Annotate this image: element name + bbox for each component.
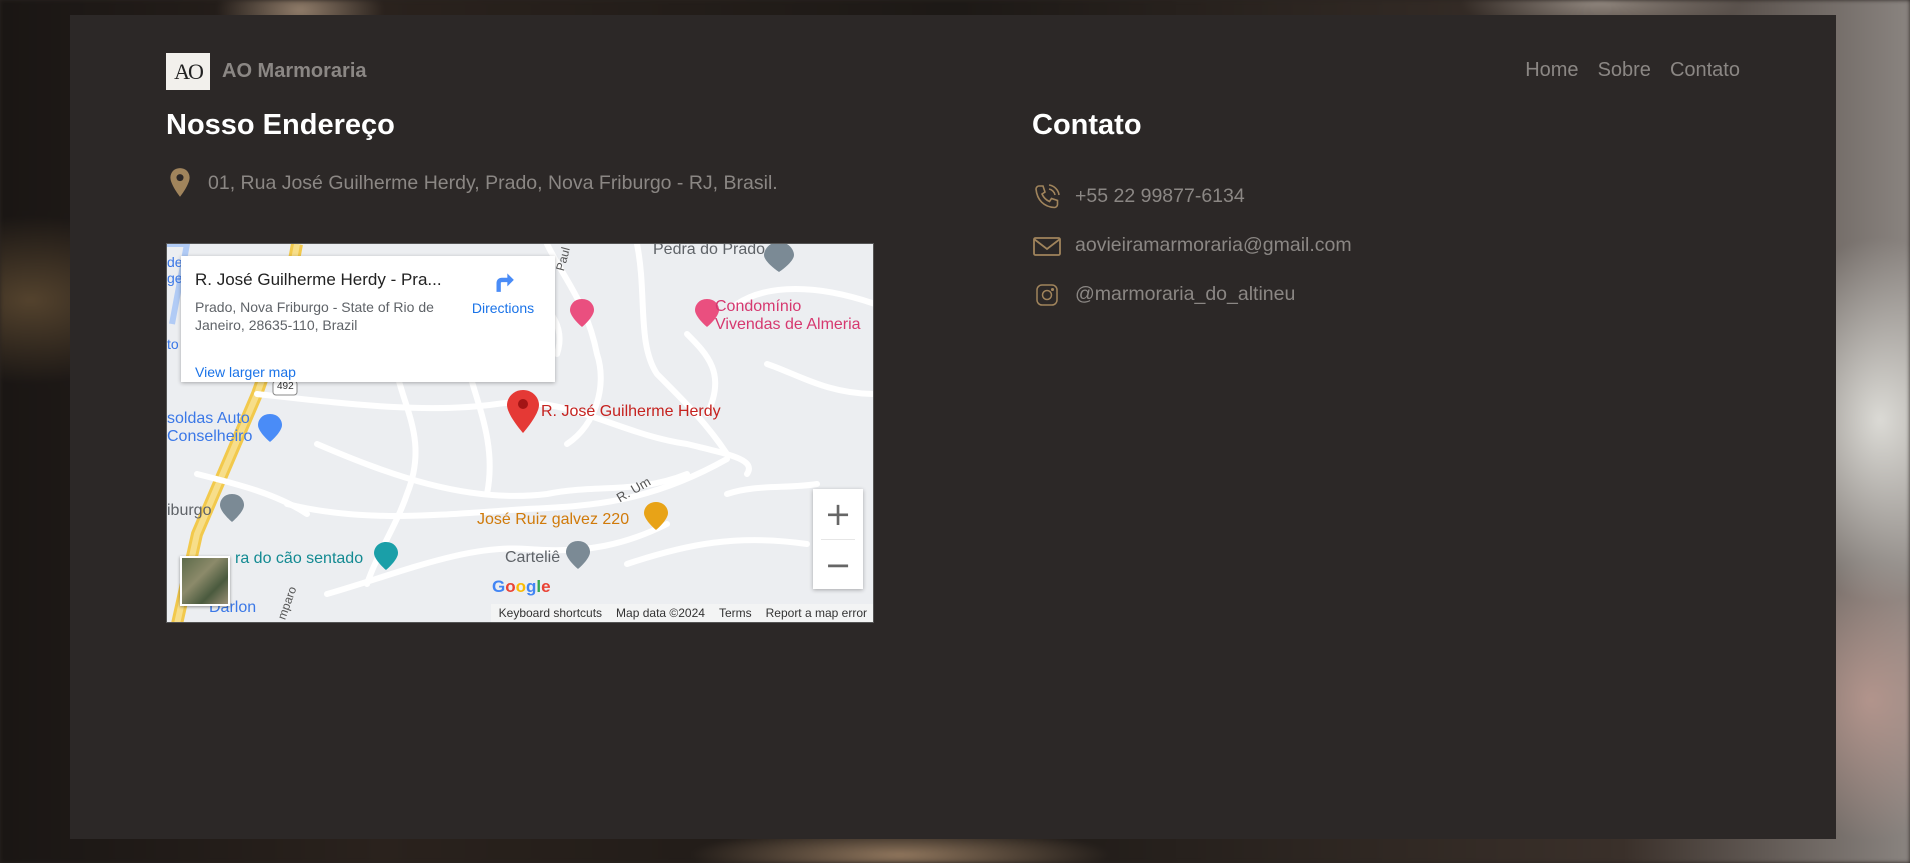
contact-instagram[interactable]: @marmoraria_do_altineu bbox=[1032, 270, 1352, 319]
map-label-route: 492 bbox=[277, 381, 294, 392]
contact-phone[interactable]: +55 22 99877-6134 bbox=[1032, 172, 1352, 221]
map-label-friburgo: iburgo bbox=[167, 502, 212, 519]
nav-contato[interactable]: Contato bbox=[1670, 59, 1740, 82]
zoom-controls: + − bbox=[813, 489, 863, 589]
contact-heading: Contato bbox=[1032, 109, 1142, 141]
mail-icon bbox=[1033, 236, 1061, 256]
map-label-condominio-2: Vivendas de Almeria bbox=[715, 316, 861, 333]
map-pin-icon bbox=[170, 168, 190, 197]
map-place-title: R. José Guilherme Herdy - Pra... bbox=[195, 270, 442, 289]
nav-home[interactable]: Home bbox=[1525, 59, 1578, 82]
map-label-cartelie: Carteliê bbox=[505, 549, 561, 566]
map-attribution: Keyboard shortcuts Map data ©2024 Terms … bbox=[490, 604, 873, 622]
instagram-text: @marmoraria_do_altineu bbox=[1075, 283, 1296, 305]
phone-text: +55 22 99877-6134 bbox=[1075, 185, 1245, 207]
satellite-toggle[interactable] bbox=[180, 556, 230, 606]
directions-button[interactable]: Directions bbox=[463, 268, 543, 316]
directions-icon bbox=[496, 273, 514, 292]
map-label-soldas-2: Conselheiro bbox=[167, 428, 253, 445]
map-marker-label: R. José Guilherme Herdy bbox=[541, 403, 721, 420]
brand[interactable]: AO AO Marmoraria bbox=[166, 53, 367, 90]
zoom-out-button[interactable]: − bbox=[813, 540, 863, 590]
nav-sobre[interactable]: Sobre bbox=[1598, 59, 1651, 82]
google-logo: Google bbox=[492, 577, 551, 596]
logo: AO bbox=[166, 53, 210, 90]
contact-email[interactable]: aovieiramarmoraria@gmail.com bbox=[1032, 221, 1352, 270]
address-text: 01, Rua José Guilherme Herdy, Prado, Nov… bbox=[208, 171, 778, 194]
address-line: 01, Rua José Guilherme Herdy, Prado, Nov… bbox=[166, 167, 778, 199]
map-label-to: to bbox=[167, 336, 179, 352]
map-data-text: Map data ©2024 bbox=[616, 606, 705, 620]
map-label-soldas-1: soldas Auto bbox=[167, 410, 250, 427]
top-nav: Home Sobre Contato bbox=[1525, 59, 1740, 82]
map-label-jose-ruiz: José Ruiz galvez 220 bbox=[477, 511, 630, 528]
map-label-condominio-1: Condomínio bbox=[715, 298, 802, 315]
terms-link[interactable]: Terms bbox=[719, 606, 752, 620]
email-text: aovieiramarmoraria@gmail.com bbox=[1075, 234, 1352, 256]
directions-label: Directions bbox=[471, 300, 535, 316]
zoom-in-button[interactable]: + bbox=[813, 489, 863, 539]
keyboard-shortcuts-link[interactable]: Keyboard shortcuts bbox=[499, 606, 602, 620]
brand-name: AO Marmoraria bbox=[222, 60, 367, 82]
address-heading: Nosso Endereço bbox=[166, 109, 395, 141]
footer-card: AO AO Marmoraria Home Sobre Contato Noss… bbox=[70, 15, 1836, 839]
view-larger-map-link[interactable]: View larger map bbox=[195, 364, 296, 380]
map-info-card: R. José Guilherme Herdy - Pra... Prado, … bbox=[181, 256, 555, 382]
report-error-link[interactable]: Report a map error bbox=[766, 606, 867, 620]
map-label-cao: ra do cão sentado bbox=[235, 550, 364, 567]
instagram-icon bbox=[1036, 283, 1058, 306]
google-map[interactable]: 492 Pedra do Prado Condomínio Vivendas d… bbox=[166, 243, 874, 623]
map-label-pedra: Pedra do Prado bbox=[653, 243, 766, 258]
map-place-address: Prado, Nova Friburgo - State of Rio de J… bbox=[195, 299, 434, 333]
contact-list: +55 22 99877-6134 aovieiramarmoraria@gma… bbox=[1032, 172, 1352, 319]
phone-icon bbox=[1035, 183, 1060, 208]
